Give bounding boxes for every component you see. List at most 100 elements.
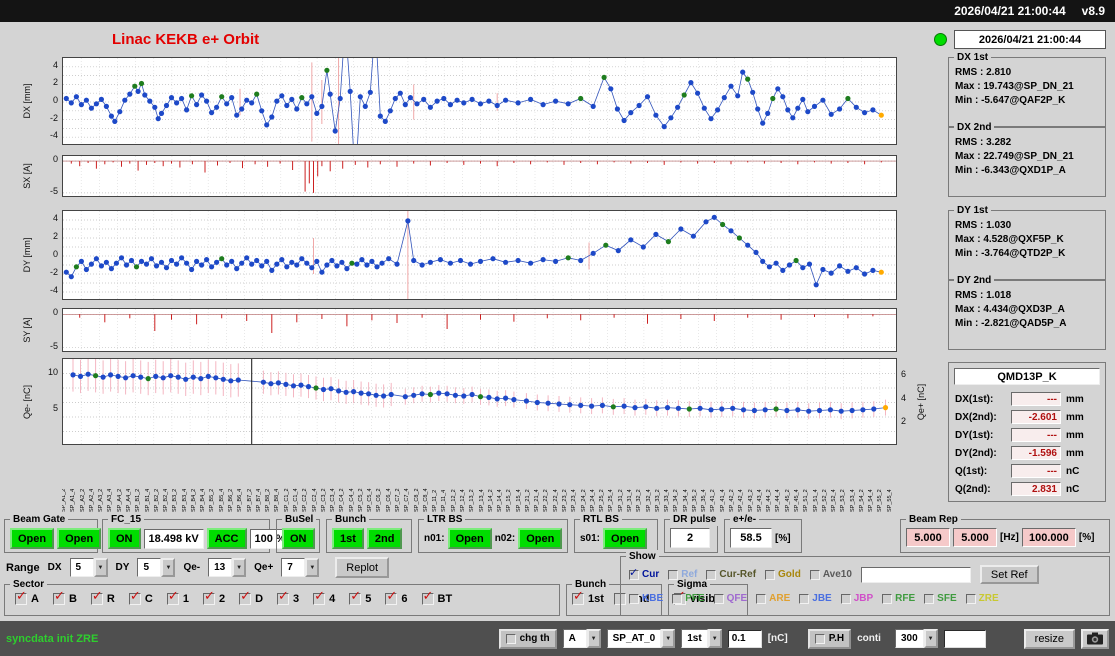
chart-sx[interactable] xyxy=(62,155,897,197)
dr-pulse-group: DR pulse 2 xyxy=(664,513,720,553)
sector-item-4[interactable]: ✓ 4 xyxy=(313,588,335,605)
bunch-1st-checkbox[interactable]: ✓ 1st xyxy=(572,588,604,605)
threshold-input[interactable] xyxy=(727,629,762,648)
range-dy-dropdown[interactable]: 5 ▼ xyxy=(137,558,176,577)
show-cur-ref-checkbox[interactable]: Cur-Ref xyxy=(706,569,756,580)
ltr-n02-open-button[interactable]: Open xyxy=(518,528,563,549)
sector-item-5[interactable]: ✓ 5 xyxy=(349,588,371,605)
threshold-mode-dropdown[interactable]: A ▼ xyxy=(562,629,601,648)
bpm-label: SP_21_2 xyxy=(524,489,531,512)
busel-on-button[interactable]: ON xyxy=(282,528,315,549)
bpm-label: SP_11_4 xyxy=(441,489,448,512)
show-rfe-checkbox[interactable]: RFE xyxy=(882,593,915,604)
show-ave10-checkbox[interactable]: Ave10 xyxy=(809,569,852,580)
bpm-label: SP_B7_2 xyxy=(246,488,253,512)
replot-button[interactable]: Replot xyxy=(335,557,390,578)
chart-sy[interactable] xyxy=(62,308,897,352)
checkbox xyxy=(756,593,767,604)
show-are-checkbox[interactable]: ARE xyxy=(756,593,790,604)
sector-item-a[interactable]: ✓ A xyxy=(15,588,39,605)
sector-item-c[interactable]: ✓ C xyxy=(128,588,153,605)
checkbox: ✓ xyxy=(90,588,103,605)
sector-item-1[interactable]: ✓ 1 xyxy=(166,588,189,605)
bunch-1st-button[interactable]: 1st xyxy=(332,528,364,549)
show-jbe-checkbox[interactable]: JBE xyxy=(799,593,832,604)
show-cur-checkbox[interactable]: ✓ Cur xyxy=(629,567,659,580)
camera-button[interactable] xyxy=(1081,628,1109,649)
chg-th-checkbox[interactable]: chg th xyxy=(498,628,557,649)
bpm-row: Q(2nd): 2.831 nC xyxy=(955,481,1101,497)
rtl-s01-label: s01: xyxy=(580,533,601,544)
sector-item-bt[interactable]: ✓ BT xyxy=(421,588,452,605)
chart-dy[interactable] xyxy=(62,210,897,300)
range-qep-label: Qe+ xyxy=(254,562,274,573)
bpm-row-label: DX(2nd): xyxy=(955,411,997,423)
show-ref-checkbox[interactable]: Ref xyxy=(668,569,697,580)
bpm-label: SP_C2_4 xyxy=(311,488,318,512)
bpm-label: SP_25_2 xyxy=(599,489,606,512)
beam-gate-open-1-button[interactable]: Open xyxy=(10,528,55,549)
beam-rep-label: Beam Rep xyxy=(906,513,961,526)
show-qfe-checkbox[interactable]: QFE xyxy=(713,593,747,604)
bpm-label: SP_35_4 xyxy=(701,489,708,512)
bpm-label: SP_C4_2 xyxy=(339,488,346,512)
bpm-label: SP_15_2 xyxy=(506,489,513,512)
show-jbp-checkbox[interactable]: JBP xyxy=(840,593,873,604)
top-bar: 2026/04/21 21:00:44 v8.9 xyxy=(0,0,1115,22)
bpm-select-dropdown[interactable]: SP_AT_0 ▼ xyxy=(606,629,676,648)
ph-checkbox[interactable]: P.H xyxy=(807,628,852,649)
bunch-2nd-button[interactable]: 2nd xyxy=(366,528,403,549)
range-qep-dropdown[interactable]: 7 ▼ xyxy=(281,558,320,577)
checkbox xyxy=(672,593,683,604)
checkbox xyxy=(765,569,776,580)
stat-max: Max : 4.434@QXD3P_A xyxy=(955,304,1065,315)
sector-item-d[interactable]: ✓ D xyxy=(239,588,263,605)
fc15-acc-button[interactable]: ACC xyxy=(206,528,247,549)
show-gold-checkbox[interactable]: Gold xyxy=(765,569,801,580)
sector-item-2[interactable]: ✓ 2 xyxy=(202,588,225,605)
set-ref-input[interactable] xyxy=(860,566,971,583)
bpm-row: DY(1st): --- mm xyxy=(955,427,1101,443)
bunch-select-dropdown[interactable]: 1st ▼ xyxy=(681,629,722,648)
bpm-label: SP_B6_4 xyxy=(237,488,244,512)
bpm-label: SP_B2_2 xyxy=(153,488,160,512)
range-dx-dropdown[interactable]: 5 ▼ xyxy=(69,558,108,577)
bpm-name-box[interactable]: QMD13P_K xyxy=(954,368,1100,385)
show-pfe-checkbox[interactable]: PFE xyxy=(672,593,705,604)
bpm-label: SP_B4_4 xyxy=(200,488,207,512)
sector-item-r[interactable]: ✓ R xyxy=(90,588,115,605)
bpm-label: SP_C6_4 xyxy=(385,488,392,512)
sector-item-3[interactable]: ✓ 3 xyxy=(277,588,299,605)
sector-item-b[interactable]: ✓ B xyxy=(52,588,77,605)
bpm-row-value: --- xyxy=(1011,428,1061,442)
bpm-label: SP_25_4 xyxy=(608,489,615,512)
resize-button[interactable]: resize xyxy=(1023,628,1075,649)
rtl-s01-open-button[interactable]: Open xyxy=(603,528,648,549)
bpm-label: SP_B1_4 xyxy=(144,488,151,512)
show-label: Show xyxy=(626,550,659,563)
bpm-label: SP_23_4 xyxy=(571,489,578,512)
show-sfe-checkbox[interactable]: SFE xyxy=(924,593,957,604)
stat-max: Max : 22.749@SP_DN_21 xyxy=(955,151,1074,162)
conti-label[interactable]: conti xyxy=(857,633,881,644)
set-ref-button[interactable]: Set Ref xyxy=(979,565,1039,584)
bpm-row: Q(1st): --- nC xyxy=(955,463,1101,479)
bpm-label-strip[interactable]: SP_A1_2 SP_A1_4 SP_A2_2 SP_A2_4 SP_A3_2 SP_A3… xyxy=(62,448,897,512)
chart-dx[interactable] xyxy=(62,57,897,145)
chart-qe[interactable] xyxy=(62,358,897,445)
show-kbe-checkbox[interactable]: KBE xyxy=(629,593,663,604)
fc15-on-button[interactable]: ON xyxy=(108,528,141,549)
sector-item-6[interactable]: ✓ 6 xyxy=(385,588,408,605)
bpm-row-value: -1.596 xyxy=(1011,446,1061,460)
range-qem-dropdown[interactable]: 13 ▼ xyxy=(208,558,247,577)
axis-label: 2 xyxy=(52,77,58,88)
count-input[interactable] xyxy=(943,629,986,648)
beam-gate-open-2-button[interactable]: Open xyxy=(57,528,102,549)
count-dropdown[interactable]: 300 ▼ xyxy=(894,629,938,648)
show-zre-checkbox[interactable]: ZRE xyxy=(965,593,999,604)
checkbox: ✓ xyxy=(349,588,362,605)
bpm-row-label: DY(2nd): xyxy=(955,447,997,459)
ltr-n01-open-button[interactable]: Open xyxy=(447,528,492,549)
bpm-label: SP_B6_2 xyxy=(228,488,234,512)
bpm-label: SP_44_2 xyxy=(766,489,773,512)
